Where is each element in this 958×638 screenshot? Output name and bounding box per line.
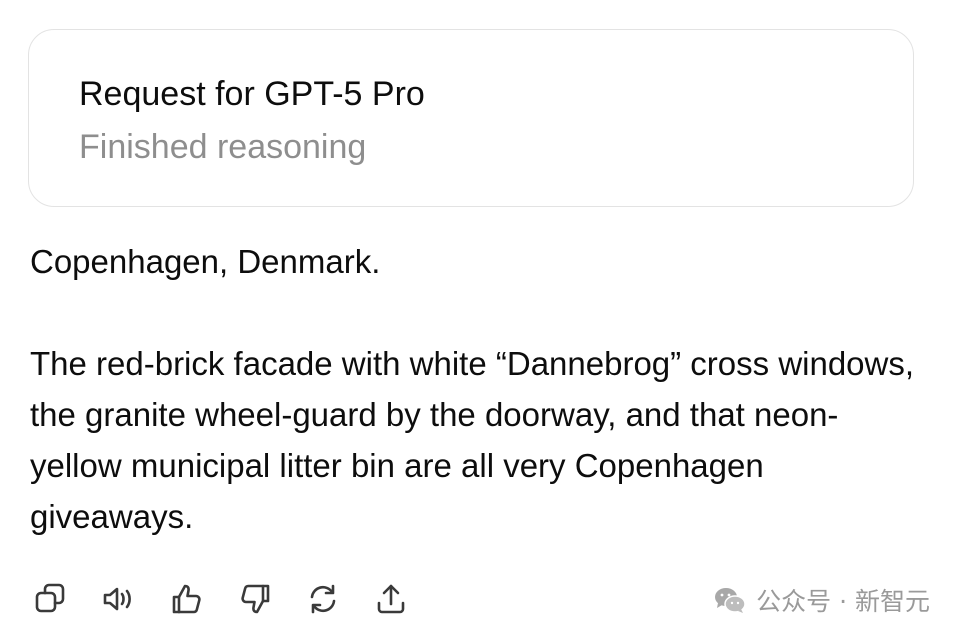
watermark: 公众号 · 新智元 [712,582,930,618]
regenerate-button[interactable] [301,577,345,621]
share-icon [377,584,405,614]
wechat-icon [715,588,746,613]
thumbs-up-icon [172,584,201,614]
assistant-answer: Copenhagen, Denmark. The red-brick facad… [30,236,930,542]
reasoning-status: Finished reasoning [79,128,367,166]
answer-paragraph: Copenhagen, Denmark. [30,243,381,280]
copy-button[interactable] [29,577,73,621]
read-aloud-button[interactable] [97,577,141,621]
message-actions [29,577,437,621]
watermark-text: 公众号 · 新智元 [756,587,930,616]
share-button[interactable] [369,577,413,621]
answer-paragraph: The red-brick facade with white “Dannebr… [30,345,915,535]
regenerate-icon [310,584,336,614]
bad-response-button[interactable] [233,577,277,621]
thumbs-down-icon [241,584,270,614]
request-title: Request for GPT-5 Pro [79,75,425,113]
request-card[interactable]: Request for GPT-5 Pro Finished reasoning [28,29,914,207]
copy-icon [35,583,65,613]
good-response-button[interactable] [165,577,209,621]
read-aloud-icon [103,587,131,611]
